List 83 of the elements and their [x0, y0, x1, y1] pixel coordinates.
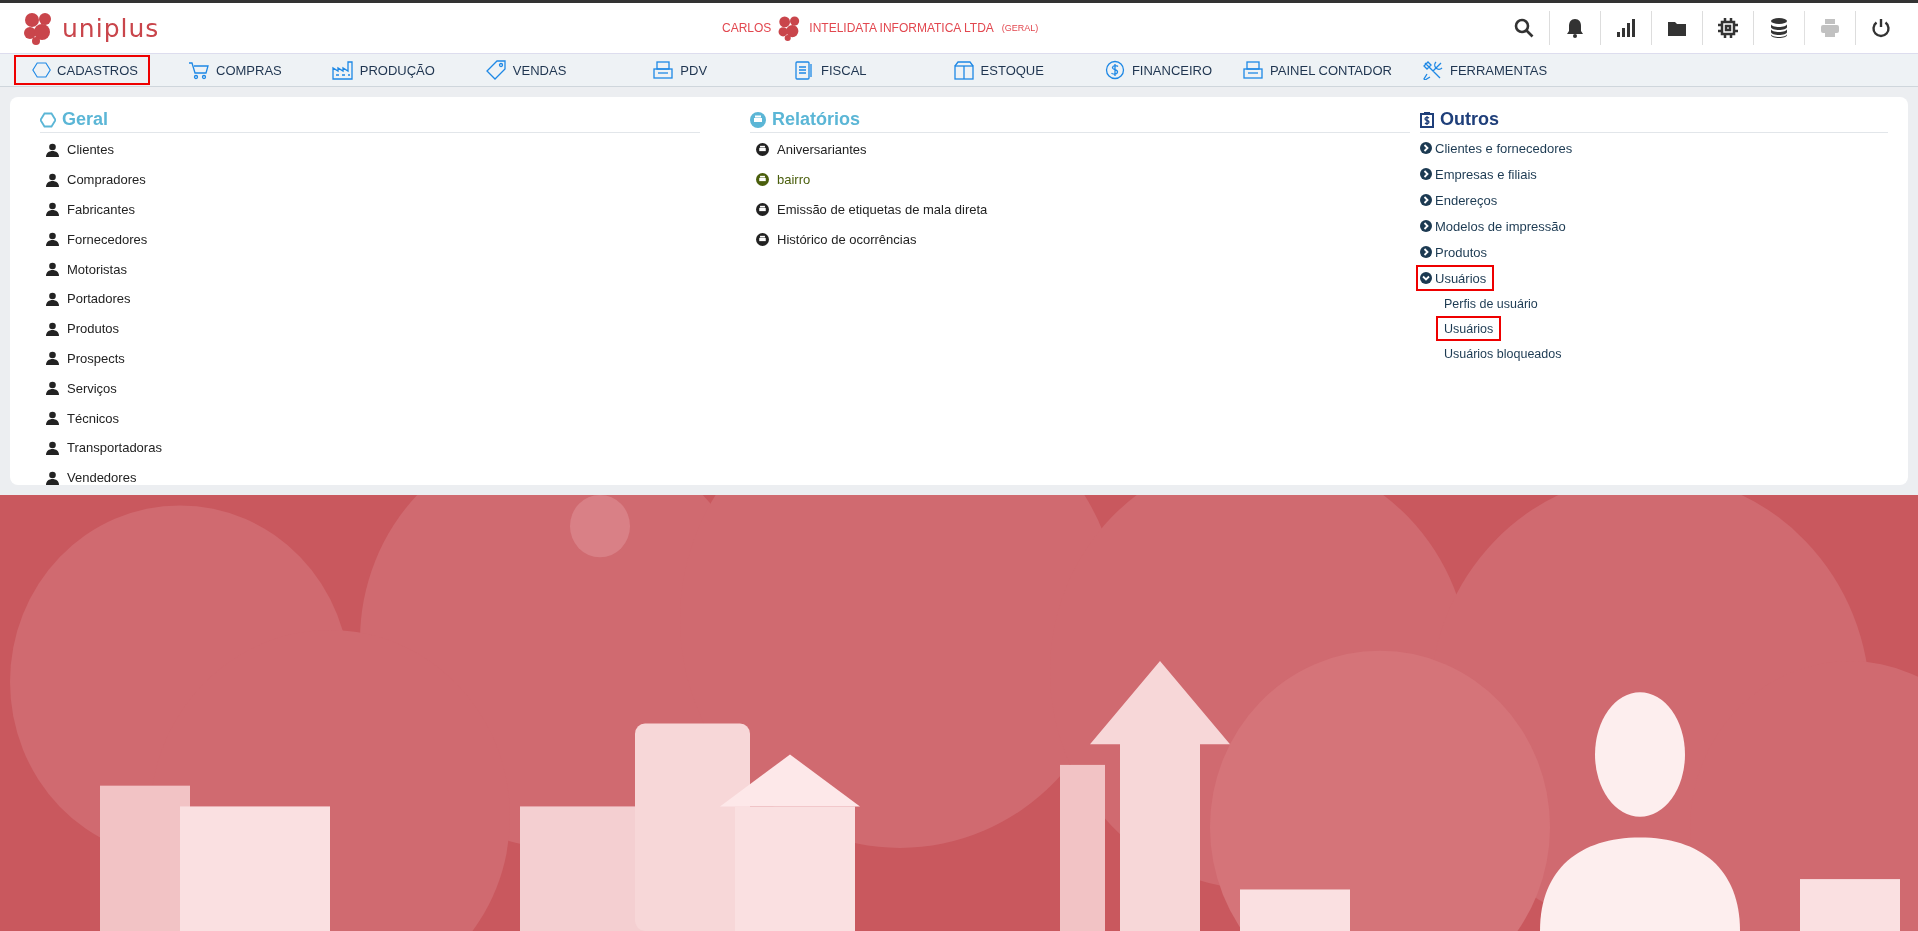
tree-subitem[interactable]: Perfis de usuário — [1436, 291, 1546, 316]
printer-icon — [750, 111, 766, 128]
dollar-icon — [1103, 60, 1126, 80]
menu-link[interactable]: Técnicos — [40, 403, 700, 433]
person-icon — [46, 172, 59, 187]
person-icon — [46, 411, 59, 426]
person-icon — [46, 381, 59, 396]
chevron-icon — [1420, 168, 1432, 180]
tag-icon — [484, 60, 507, 80]
report-link[interactable]: Histórico de ocorrências — [750, 224, 1410, 255]
report-link[interactable]: Aniversariantes — [750, 135, 1410, 165]
report-link[interactable]: bairro — [750, 164, 1410, 195]
person-icon — [46, 470, 59, 485]
printer-icon — [756, 173, 769, 187]
report-link[interactable]: Emissão de etiquetas de mala direta — [750, 194, 1410, 225]
tree-item[interactable]: Modelos de impressão — [1416, 213, 1574, 239]
menu-tab[interactable]: PDV — [634, 55, 720, 85]
menu-link[interactable]: Fornecedores — [40, 224, 700, 255]
tree-item[interactable]: Empresas e filiais — [1416, 161, 1545, 187]
logo-text: uniplus — [62, 13, 160, 43]
tree-item[interactable]: Endereços — [1416, 187, 1506, 213]
menu-tab[interactable]: CADASTROS — [14, 55, 150, 85]
chevron-icon — [1420, 194, 1432, 206]
chevron-icon — [1420, 246, 1432, 258]
tree-subitem[interactable]: Usuários bloqueados — [1436, 341, 1570, 366]
register-icon — [1242, 60, 1265, 80]
menu-tab[interactable]: FINANCEIRO — [1085, 55, 1225, 85]
hexagon-icon — [32, 60, 52, 80]
user-name: CARLOS — [722, 21, 772, 35]
menu-link[interactable]: Produtos — [40, 313, 700, 344]
printer-icon — [756, 232, 769, 246]
menu-link[interactable]: Transportadoras — [40, 432, 700, 463]
section-title: Relatórios — [772, 109, 861, 130]
menu-tab[interactable]: FERRAMENTAS — [1403, 55, 1560, 85]
menu-tab[interactable]: COMPRAS — [170, 55, 294, 85]
company-name: INTELIDATA INFORMATICA LTDA — [809, 21, 994, 35]
tree-item[interactable]: Clientes e fornecedores — [1416, 135, 1581, 161]
box-icon — [952, 60, 975, 80]
section-title: Outros — [1440, 109, 1499, 130]
person-icon — [46, 321, 59, 336]
person-icon — [46, 291, 59, 306]
register-icon — [652, 60, 675, 80]
person-icon — [46, 142, 59, 157]
menu-link[interactable]: Compradores — [40, 164, 700, 195]
chevron-icon — [1420, 220, 1432, 232]
chevron-icon — [1420, 272, 1432, 284]
tree-item[interactable]: Usuários — [1416, 265, 1495, 291]
chip-icon — [1717, 17, 1739, 39]
menu-link[interactable]: Serviços — [40, 373, 700, 404]
hexagon-icon — [40, 111, 56, 128]
person-icon — [46, 440, 59, 455]
factory-icon — [331, 60, 354, 80]
menu-link[interactable]: Prospects — [40, 343, 700, 374]
menu-tab[interactable]: VENDAS — [466, 55, 579, 85]
cart-icon — [188, 60, 210, 80]
printer-icon — [756, 143, 769, 157]
printer-icon — [756, 203, 769, 216]
search-icon — [1512, 17, 1535, 39]
tools-icon — [1421, 60, 1444, 80]
section-title: Geral — [62, 109, 109, 130]
menu-tab[interactable]: PAINEL CONTADOR — [1224, 55, 1404, 85]
menu-link[interactable]: Fabricantes — [40, 194, 700, 225]
clipboard-icon — [1420, 111, 1434, 128]
menu-link[interactable]: Portadores — [40, 284, 700, 314]
person-icon — [46, 351, 59, 366]
chart-icon — [1615, 17, 1637, 39]
printer-icon — [1819, 17, 1841, 39]
menu-link[interactable]: Clientes — [40, 135, 700, 165]
bell-icon — [1564, 17, 1586, 39]
database-icon — [1768, 17, 1790, 39]
person-icon — [46, 232, 59, 247]
company-scope: (GERAL) — [1001, 23, 1039, 33]
menu-tab[interactable]: ESTOQUE — [934, 55, 1056, 85]
menu-tab[interactable]: FISCAL — [775, 55, 879, 85]
person-icon — [46, 202, 59, 217]
tree-subitem[interactable]: Usuários — [1436, 316, 1502, 341]
power-icon — [1870, 17, 1892, 39]
menu-link[interactable]: Motoristas — [40, 254, 700, 284]
menu-tab[interactable]: PRODUÇÃO — [313, 55, 447, 85]
menu-link[interactable]: Vendedores — [40, 462, 700, 493]
chevron-icon — [1420, 142, 1432, 154]
tree-item[interactable]: Produtos — [1416, 239, 1496, 265]
person-icon — [46, 262, 59, 277]
